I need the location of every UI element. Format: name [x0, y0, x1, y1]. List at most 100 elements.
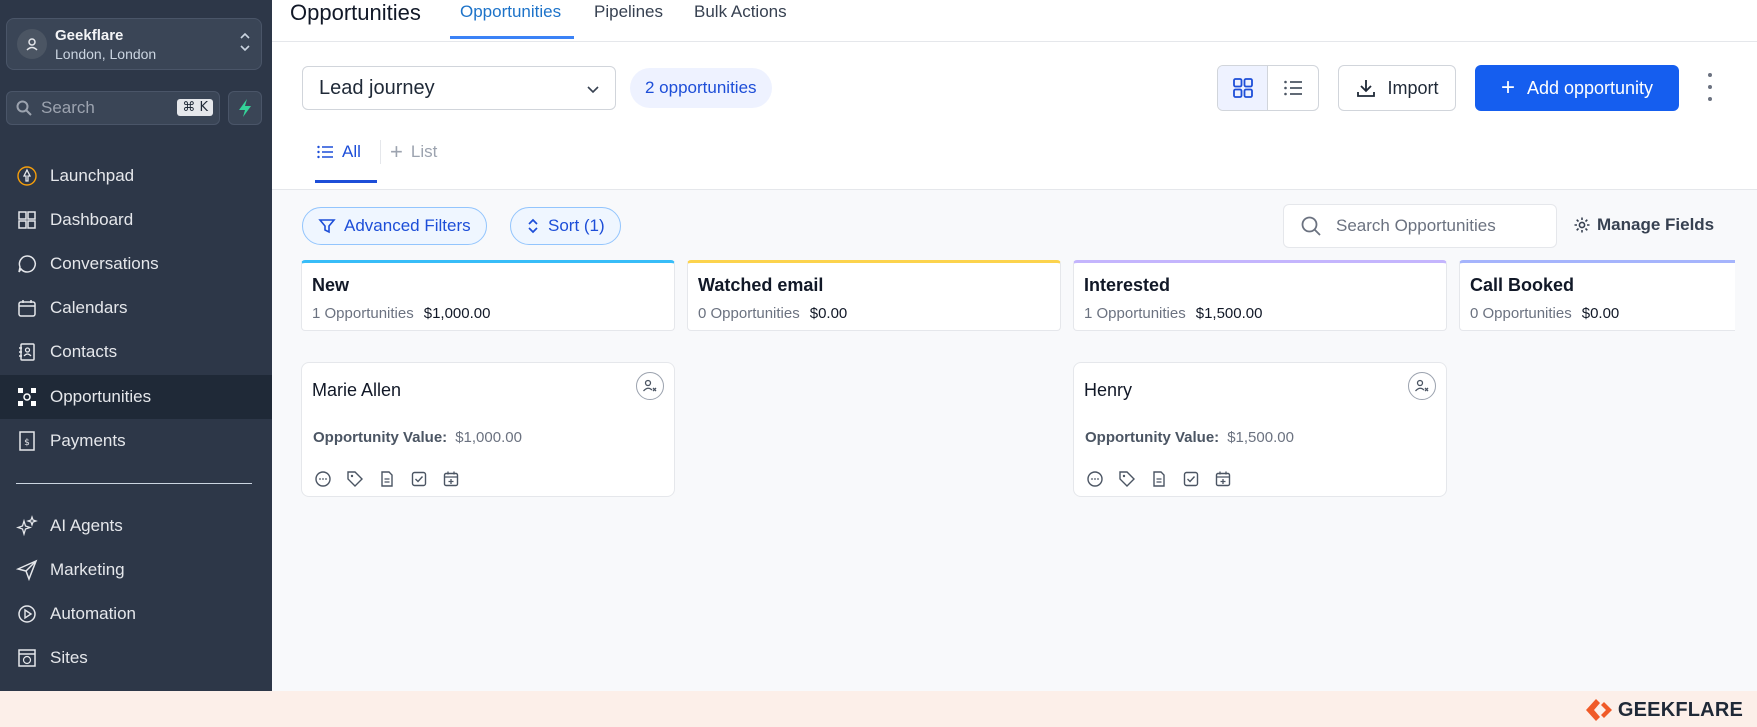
stage-count: 0 Opportunities [698, 305, 800, 322]
stage-amount: $0.00 [809, 305, 848, 322]
subtab-all[interactable]: All [316, 142, 361, 162]
list-view-button[interactable] [1268, 66, 1318, 110]
conversation-icon[interactable] [313, 469, 333, 489]
unassigned-user-icon[interactable] [636, 372, 664, 400]
sidebar-search[interactable]: Search ⌘ K [6, 91, 220, 125]
sidebar-item-payments[interactable]: $ Payments [0, 419, 272, 463]
opportunities-icon [18, 388, 36, 406]
sidebar-item-contacts[interactable]: Contacts [0, 330, 272, 374]
opportunity-value-label: Opportunity Value: [1085, 429, 1220, 446]
brand-logo: GEEKFLARE [1584, 697, 1743, 723]
opportunity-value: $1,000.00 [455, 429, 522, 446]
stage-amount: $1,500.00 [1195, 305, 1263, 322]
sites-icon [18, 649, 36, 667]
sidebar-item-label: Contacts [50, 342, 118, 361]
chat-icon [18, 255, 36, 273]
quick-action-button[interactable] [228, 91, 262, 125]
sidebar-item-label: Calendars [50, 298, 128, 317]
import-button[interactable]: Import [1338, 65, 1456, 111]
sort-label: Sort (1) [548, 216, 605, 235]
sidebar-item-dashboard[interactable]: Dashboard [0, 198, 272, 242]
svg-text:$: $ [24, 438, 30, 448]
opportunity-value: $1,500.00 [1227, 429, 1294, 446]
location-icon [17, 29, 47, 59]
stage-column-watched-email: Watched email 0 Opportunities $0.00 [687, 260, 1061, 331]
search-icon [16, 100, 32, 116]
sort-button[interactable]: Sort (1) [510, 207, 621, 245]
board-view-button[interactable] [1218, 66, 1269, 110]
calendar-add-icon[interactable] [1213, 469, 1233, 489]
header: Opportunities Opportunities Pipelines Bu… [272, 0, 1757, 42]
sidebar-item-opportunities[interactable]: Opportunities [0, 375, 272, 419]
manage-fields-button[interactable]: Manage Fields [1573, 215, 1714, 235]
sidebar-item-launchpad[interactable]: Launchpad [0, 154, 272, 198]
advanced-filters-button[interactable]: Advanced Filters [302, 207, 487, 245]
send-icon [16, 559, 38, 581]
stage-count: 0 Opportunities [1470, 305, 1572, 322]
plus-icon: + [1500, 74, 1515, 101]
list-icon [1284, 80, 1302, 96]
sidebar: Geekflare London, London Search ⌘ K Laun… [0, 0, 272, 691]
sidebar-item-label: AI Agents [50, 516, 123, 535]
sidebar-item-label: Launchpad [50, 166, 135, 185]
stage-column-call-booked: Call Booked 0 Opportunities $0.00 [1459, 260, 1735, 331]
add-opportunity-label: Add opportunity [1526, 77, 1654, 98]
page-title: Opportunities [290, 0, 421, 25]
subtab-divider [380, 140, 381, 164]
add-opportunity-button[interactable]: + Add opportunity [1475, 65, 1679, 111]
tab-pipelines[interactable]: Pipelines [594, 2, 663, 22]
tag-icon[interactable] [1117, 469, 1137, 489]
pipeline-select[interactable]: Lead journey [302, 66, 616, 110]
subtab-all-label: All [342, 142, 361, 161]
gear-icon [1574, 217, 1590, 233]
tab-bulk-actions[interactable]: Bulk Actions [694, 2, 787, 22]
import-label: Import [1387, 77, 1439, 98]
sidebar-item-calendars[interactable]: Calendars [0, 286, 272, 330]
sidebar-item-conversations[interactable]: Conversations [0, 242, 272, 286]
sidebar-item-label: Sites [50, 648, 88, 667]
note-icon[interactable] [377, 469, 397, 489]
stage-name: Watched email [698, 275, 824, 295]
stage-column-new: New 1 Opportunities $1,000.00 [301, 260, 675, 331]
sidebar-item-automation[interactable]: Automation [0, 592, 272, 636]
stage-amount: $1,000.00 [423, 305, 491, 322]
chevron-down-icon [587, 86, 599, 94]
opportunity-card[interactable]: Marie Allen Opportunity Value: $1,000.00 [301, 362, 675, 497]
unassigned-user-icon[interactable] [1408, 372, 1436, 400]
sidebar-item-label: Payments [50, 431, 126, 450]
list-icon [317, 145, 333, 159]
grid-icon [1232, 78, 1253, 98]
sidebar-item-label: Marketing [50, 560, 125, 579]
note-icon[interactable] [1149, 469, 1169, 489]
search-opportunities-input[interactable]: Search Opportunities [1283, 204, 1557, 248]
payments-icon: $ [19, 431, 35, 451]
more-options-icon[interactable] [1704, 73, 1716, 101]
stage-name: New [312, 275, 350, 295]
automation-icon [18, 605, 36, 623]
lightning-icon [239, 99, 251, 117]
opportunity-count-badge: 2 opportunities [630, 68, 772, 108]
sidebar-item-ai-agents[interactable]: AI Agents [0, 504, 272, 548]
opportunity-card[interactable]: Henry Opportunity Value: $1,500.00 [1073, 362, 1447, 497]
opportunity-value-label: Opportunity Value: [313, 429, 448, 446]
search-icon [1301, 216, 1321, 236]
contacts-icon [19, 343, 35, 361]
subtab-add-list[interactable]: + List [390, 141, 438, 163]
sidebar-item-marketing[interactable]: Marketing [0, 548, 272, 592]
task-icon[interactable] [409, 469, 429, 489]
tag-icon[interactable] [345, 469, 365, 489]
sidebar-item-sites[interactable]: Sites [0, 636, 272, 680]
account-switcher[interactable]: Geekflare London, London [6, 18, 262, 70]
calendar-add-icon[interactable] [441, 469, 461, 489]
footer-bar: GEEKFLARE [0, 691, 1757, 727]
tab-opportunities[interactable]: Opportunities [460, 2, 561, 22]
sidebar-item-label: Conversations [50, 254, 159, 273]
task-icon[interactable] [1181, 469, 1201, 489]
stage-count: 1 Opportunities [1084, 305, 1186, 322]
conversation-icon[interactable] [1085, 469, 1105, 489]
shortcut-badge: ⌘ K [177, 99, 213, 116]
sort-icon [528, 218, 538, 234]
account-name: Geekflare [55, 26, 124, 44]
subtab-list-label: List [410, 142, 438, 161]
stage-name: Call Booked [1470, 275, 1575, 295]
